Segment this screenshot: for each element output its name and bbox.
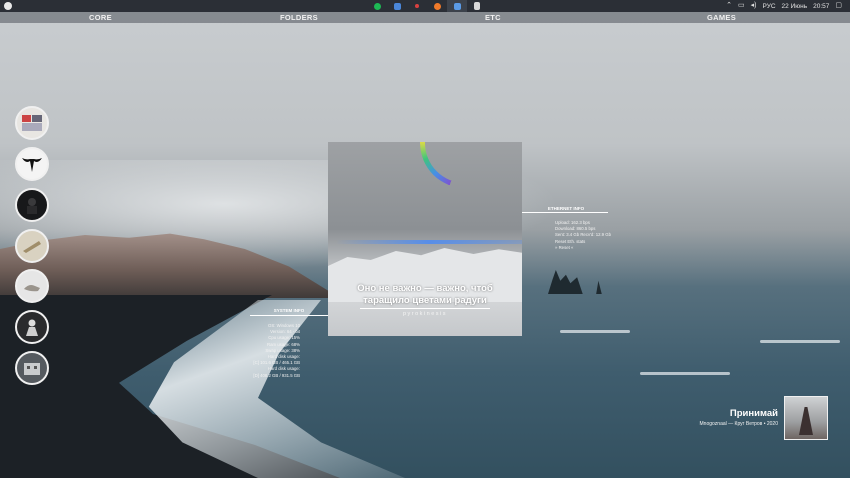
wave-crest xyxy=(640,372,730,375)
cover-figure xyxy=(799,407,813,435)
dock-item-1[interactable] xyxy=(15,106,49,140)
taskbar-app-red[interactable] xyxy=(407,0,427,12)
section-core[interactable]: CORE xyxy=(89,12,112,23)
taskbar-app-finder[interactable] xyxy=(387,0,407,12)
language-indicator[interactable]: РУС xyxy=(763,3,776,10)
display-icon[interactable]: ▭ xyxy=(738,0,745,12)
dock-item-6[interactable] xyxy=(15,310,49,344)
notification-icon[interactable]: ▢ xyxy=(835,0,842,12)
chevron-up-icon[interactable]: ⌃ xyxy=(726,0,732,12)
hand-icon xyxy=(24,285,40,292)
artwork-divider xyxy=(360,308,490,309)
artwork-quote-line1: Оно не важно — важно, чтоб xyxy=(357,283,493,294)
ethernet-reset-button[interactable]: » Reset « xyxy=(555,245,635,251)
artwork-quote: Оно не важно — важно, чтоб таращило цвет… xyxy=(328,283,522,307)
wave-crest xyxy=(560,330,630,333)
taskbar-app-folder[interactable] xyxy=(447,0,467,12)
now-playing-subtitle: Mnogoznaal — Круг Ветров • 2020 xyxy=(699,421,778,427)
section-games[interactable]: GAMES xyxy=(707,12,736,23)
sketch-icon xyxy=(23,241,41,253)
bull-skull-icon xyxy=(22,158,42,172)
artwork-quote-line2: таращило цветами радуги xyxy=(363,295,487,306)
tray-time[interactable]: 20:57 xyxy=(813,3,829,10)
document-icon xyxy=(474,2,480,10)
volume-icon[interactable]: ◂) xyxy=(751,0,757,12)
taskbar-app-firefox[interactable] xyxy=(427,0,447,12)
system-info-line: [D] 408.2 GB / 931.5 GB xyxy=(253,372,300,378)
rainbow-arc xyxy=(420,142,510,188)
firefox-icon xyxy=(433,2,441,10)
spotify-icon xyxy=(373,2,381,10)
dock-item-4[interactable] xyxy=(15,229,49,263)
horizon-glow xyxy=(336,240,522,244)
now-playing-title: Принимай xyxy=(729,408,778,419)
dark-figure-icon xyxy=(27,198,37,214)
now-playing-cover[interactable] xyxy=(784,396,828,440)
ethernet-info-title: ETHERNET INFO xyxy=(547,206,585,211)
taskbar: ⌃ ▭ ◂) РУС 22 Июнь 20:57 ▢ xyxy=(0,0,850,12)
statue-icon xyxy=(26,319,38,336)
finder-icon xyxy=(393,2,401,10)
section-header-bar: CORE FOLDERS ETC GAMES xyxy=(0,12,850,23)
section-etc[interactable]: ETC xyxy=(485,12,501,23)
dock-item-7[interactable] xyxy=(15,351,49,385)
system-info-divider xyxy=(250,315,328,316)
section-folders[interactable]: FOLDERS xyxy=(280,12,318,23)
folder-icon xyxy=(453,2,461,10)
building-icon xyxy=(24,363,40,375)
artwork-subtitle: pyrokinesis xyxy=(402,311,447,317)
tray-date[interactable]: 22 Июнь xyxy=(782,3,808,10)
taskbar-app-spotify[interactable] xyxy=(367,0,387,12)
ethernet-info-list: Upload: 162.3 bps Download: 860.5 bps Se… xyxy=(555,220,635,251)
taskbar-apps xyxy=(367,0,487,12)
wave-crest xyxy=(760,340,840,343)
taskbar-app-document[interactable] xyxy=(467,0,487,12)
dock-item-2[interactable] xyxy=(15,147,49,181)
app-red-icon xyxy=(415,4,419,8)
album-artwork-widget[interactable]: Оно не важно — важно, чтоб таращило цвет… xyxy=(328,142,522,336)
sea-stacks xyxy=(548,270,602,294)
dock-item-5[interactable] xyxy=(15,269,49,303)
system-tray: ⌃ ▭ ◂) РУС 22 Июнь 20:57 ▢ xyxy=(726,0,842,12)
system-info-title: SYSTEM INFO xyxy=(273,308,305,313)
ethernet-info-divider xyxy=(522,212,608,213)
collage-icon xyxy=(22,115,42,131)
start-button[interactable] xyxy=(4,2,12,10)
system-info-list: OS: Windows 10 Version: 64 - bit Cpu usa… xyxy=(236,323,300,379)
dock-item-3[interactable] xyxy=(15,188,49,222)
